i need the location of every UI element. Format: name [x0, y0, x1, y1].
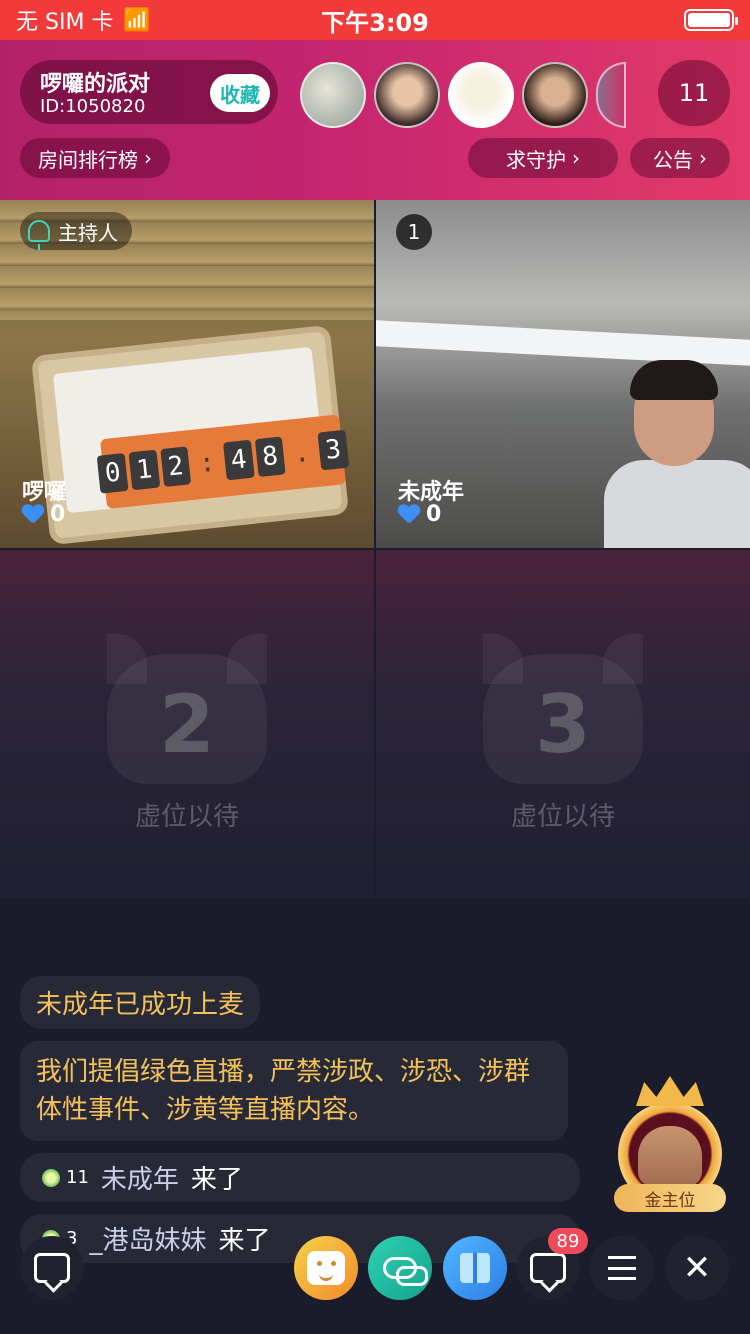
chevron-right-icon: › [699, 146, 707, 170]
timer-digit: 3 [317, 429, 349, 471]
empty-seat-label: 虚位以待 [134, 802, 239, 832]
heart-icon [22, 505, 44, 525]
battery-fill [688, 13, 730, 27]
online-count-button[interactable]: 11 [658, 60, 730, 126]
close-button[interactable]: ✕ [665, 1236, 729, 1300]
seat-1-video-tile[interactable]: 1 未成年 0 [376, 200, 750, 548]
timer-digit: 8 [254, 436, 286, 478]
person-hair [630, 360, 718, 400]
close-icon: ✕ [682, 1248, 712, 1288]
menu-button[interactable] [590, 1236, 654, 1300]
notice-label: 公告 [653, 147, 693, 172]
gold-seat-label: 金主位 [614, 1184, 726, 1212]
person-body [604, 460, 750, 548]
seat-3-empty-tile[interactable]: 3 虚位以待 [376, 550, 750, 898]
room-rank-label: 房间排行榜 [38, 147, 138, 172]
tablet-image: 012:48.3 [30, 324, 350, 546]
level-number: 11 [66, 1167, 89, 1188]
seat-2-empty-tile[interactable]: 2 虚位以待 [0, 550, 374, 898]
seat-1-likes-count: 0 [426, 502, 442, 527]
host-likes: 0 [22, 502, 65, 527]
chat-list: 未成年已成功上麦 我们提倡绿色直播，严禁涉政、涉恐、涉群体性事件、涉黄等直播内容… [20, 976, 580, 1275]
timer-display: 012:48.3 [97, 414, 349, 510]
audience-avatar[interactable] [596, 62, 626, 128]
host-tag: 主持人 [20, 212, 132, 250]
battery-icon [684, 9, 738, 31]
timer-digit: 0 [97, 452, 129, 494]
system-message: 未成年已成功上麦 [20, 976, 261, 1029]
seat-number-badge: 1 [396, 214, 432, 250]
heart-icon [398, 505, 420, 525]
microphone-icon [28, 220, 50, 250]
room-header: 啰囉的派对 ID:1050820 收藏 11 房间排行榜 › 求守护 › 公告 … [0, 40, 750, 200]
user-name: 未成年 [100, 1165, 179, 1195]
gold-seat-button[interactable]: 金主位 [610, 1076, 730, 1216]
room-name: 啰囉的派对 [40, 72, 151, 97]
favorite-button[interactable]: 收藏 [210, 74, 270, 112]
audience-avatars [300, 62, 626, 128]
gift-icon [460, 1253, 490, 1283]
join-message[interactable]: 11 未成年 来了 [20, 1153, 580, 1202]
seat-number: 3 [535, 678, 591, 771]
timer-digit: . [292, 437, 312, 470]
video-background [376, 320, 750, 366]
chevron-right-icon: › [572, 146, 580, 170]
emoji-button[interactable] [294, 1236, 358, 1300]
tablet-screen: 012:48.3 [52, 346, 349, 514]
host-video-tile[interactable]: 012:48.3 主持人 啰囉 0 [0, 200, 374, 548]
rules-notice: 我们提倡绿色直播，严禁涉政、涉恐、涉群体性事件、涉黄等直播内容。 [20, 1041, 568, 1141]
audience-avatar[interactable] [300, 62, 366, 128]
gold-seat-icon [638, 1126, 702, 1186]
seat-number: 2 [159, 678, 215, 771]
room-info[interactable]: 啰囉的派对 ID:1050820 收藏 [20, 60, 278, 124]
link-mic-button[interactable] [368, 1236, 432, 1300]
guard-button[interactable]: 求守护 › [468, 138, 618, 178]
timer-digit: 2 [160, 446, 192, 488]
guard-label: 求守护 [506, 147, 566, 172]
chat-button[interactable] [20, 1236, 84, 1300]
chevron-right-icon: › [144, 146, 152, 170]
level-badge: 11 [42, 1167, 89, 1188]
empty-seat-icon: 2 [107, 634, 267, 784]
audience-avatar[interactable] [374, 62, 440, 128]
timer-digit: : [197, 447, 217, 480]
emoji-icon [307, 1251, 345, 1285]
menu-icon [608, 1256, 636, 1280]
host-likes-count: 0 [50, 502, 66, 527]
gift-button[interactable] [443, 1236, 507, 1300]
person-image [604, 360, 750, 548]
message-count-badge: 89 [548, 1228, 588, 1254]
status-bar: 无 SIM 卡 📶 下午3:09 [0, 0, 750, 40]
audience-avatar[interactable] [448, 62, 514, 128]
seat-1-likes: 0 [398, 502, 441, 527]
join-text: 来了 [190, 1165, 243, 1195]
empty-seat-icon: 3 [483, 634, 643, 784]
chat-icon [34, 1253, 70, 1283]
link-icon [383, 1257, 428, 1286]
host-tag-label: 主持人 [58, 220, 118, 245]
level-icon [42, 1168, 60, 1187]
room-rank-button[interactable]: 房间排行榜 › [20, 138, 170, 178]
timer-digit: 4 [222, 439, 255, 481]
crown-icon [636, 1076, 704, 1106]
bottom-toolbar: 89 ✕ [0, 1228, 750, 1306]
room-id: ID:1050820 [40, 96, 146, 117]
notice-button[interactable]: 公告 › [630, 138, 730, 178]
audience-avatar[interactable] [522, 62, 588, 128]
status-time: 下午3:09 [321, 8, 429, 37]
timer-digit: 1 [128, 449, 161, 491]
message-icon [530, 1253, 566, 1283]
empty-seat-label: 虚位以待 [510, 802, 615, 832]
